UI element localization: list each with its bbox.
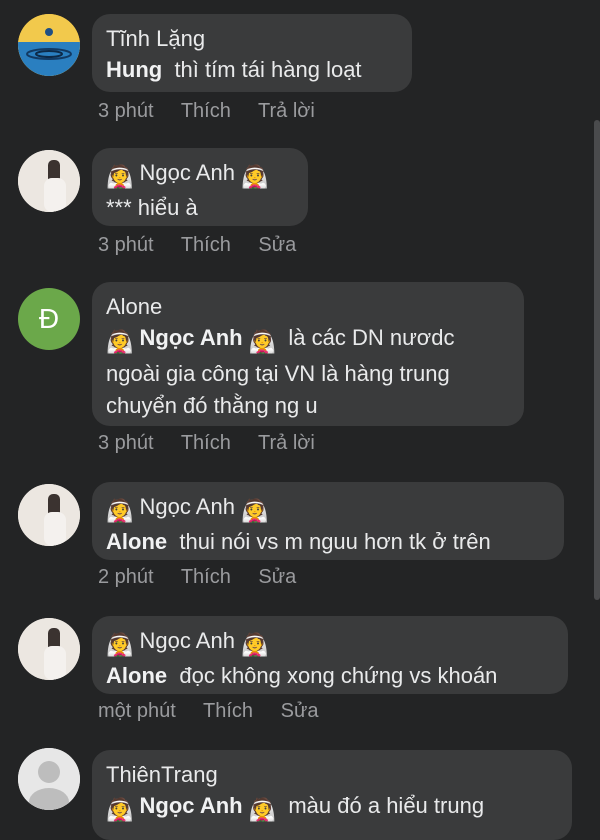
profile-photo-icon [18,618,80,680]
comment-actions: 3 phút Thích Trả lời [98,100,337,123]
reply-button[interactable]: Trả lời [258,432,315,454]
bride-emoji-icon: 👰 [106,797,134,822]
comment-text: *** hiểu à [106,195,198,220]
like-button[interactable]: Thích [181,100,231,122]
author-name[interactable]: Ngọc Anh [140,628,235,653]
comment-text: Alone đọc không xong chứng vs khoán [106,660,554,692]
comment-body: thì tím tái hàng loạt [174,57,362,82]
mention-tag[interactable]: Ngọc Anh [140,325,243,350]
comment-body: ngoài gia công tại VN là hàng trung [106,361,450,386]
timestamp[interactable]: 3 phút [98,100,154,122]
comment-actions: 3 phút Thích Sửa [98,234,318,257]
comment-bubble[interactable]: ThiênTrang 👰 Ngọc Anh 👰 màu đó a hiểu tr… [92,750,572,840]
bride-emoji-icon: 👰 [248,797,277,822]
comment-author[interactable]: ThiênTrang [106,760,558,790]
timestamp[interactable]: 3 phút [98,432,154,454]
comment-author[interactable]: Alone [106,292,510,322]
bride-emoji-icon: 👰 [106,498,134,523]
timestamp[interactable]: 2 phút [98,566,154,588]
avatar[interactable] [18,618,80,680]
scrollbar[interactable] [594,120,600,600]
profile-photo-icon [18,484,80,546]
profile-photo-icon [18,150,80,212]
avatar[interactable] [18,748,80,810]
avatar[interactable] [18,14,80,76]
timestamp[interactable]: 3 phút [98,234,154,256]
mention-tag[interactable]: Alone [106,529,167,554]
comment-bubble[interactable]: 👰 Ngọc Anh 👰 *** hiểu à [92,148,308,226]
comment-actions: một phút Thích Sửa [98,700,340,723]
avatar[interactable] [18,484,80,546]
bride-emoji-icon: 👰 [106,329,134,354]
comment-bubble[interactable]: 👰 Ngọc Anh 👰 Alone đọc không xong chứng … [92,616,568,694]
comment-text: Hung thì tím tái hàng loạt [106,54,398,86]
reply-button[interactable]: Trả lời [258,100,315,122]
author-name[interactable]: Ngọc Anh [140,160,235,185]
comment-bubble[interactable]: Alone 👰 Ngọc Anh 👰 là các DN nươdc ngoài… [92,282,524,426]
edit-button[interactable]: Sửa [258,566,296,588]
like-button[interactable]: Thích [181,432,231,454]
avatar[interactable] [18,150,80,212]
comment-actions: 2 phút Thích Sửa [98,566,318,589]
avatar-letter[interactable]: Đ [18,288,80,350]
comment-author[interactable]: 👰 Ngọc Anh 👰 [106,492,550,526]
comment-author[interactable]: 👰 Ngọc Anh 👰 [106,626,554,660]
comment-body: thui nói vs m nguu hơn tk ở trên [179,529,491,554]
comment-body: chuyển đó thằng ng u [106,393,318,418]
like-button[interactable]: Thích [181,566,231,588]
bride-emoji-icon: 👰 [241,632,269,657]
mention-tag[interactable]: Alone [106,663,167,688]
timestamp[interactable]: một phút [98,700,176,722]
comment-bubble[interactable]: Tĩnh Lặng Hung thì tím tái hàng loạt [92,14,412,92]
water-drop-avatar-icon [18,14,80,76]
bride-emoji-icon: 👰 [248,329,277,354]
comment-text: 👰 Ngọc Anh 👰 là các DN nươdc ngoài gia c… [106,322,510,422]
bride-emoji-icon: 👰 [241,164,269,189]
comment-author[interactable]: 👰 Ngọc Anh 👰 [106,158,294,192]
comment-body: đọc không xong chứng vs khoán [179,663,498,688]
edit-button[interactable]: Sửa [281,700,319,722]
author-name[interactable]: Ngọc Anh [140,494,235,519]
edit-button[interactable]: Sửa [258,234,296,256]
comment-body: màu đó a hiểu trung [288,793,485,818]
bride-emoji-icon: 👰 [106,632,134,657]
bride-emoji-icon: 👰 [106,164,134,189]
comment-text: 👰 Ngọc Anh 👰 màu đó a hiểu trung [106,790,558,826]
comment-bubble[interactable]: 👰 Ngọc Anh 👰 Alone thui nói vs m nguu hơ… [92,482,564,560]
like-button[interactable]: Thích [203,700,253,722]
comment-text: Alone thui nói vs m nguu hơn tk ở trên [106,526,550,558]
default-user-icon [18,748,80,810]
like-button[interactable]: Thích [181,234,231,256]
mention-tag[interactable]: Hung [106,57,162,82]
comment-author[interactable]: Tĩnh Lặng [106,24,398,54]
mention-tag[interactable]: Ngọc Anh [140,793,243,818]
comment-actions: 3 phút Thích Trả lời [98,432,337,455]
comment-body: là các DN nươdc [288,325,455,350]
bride-emoji-icon: 👰 [241,498,269,523]
